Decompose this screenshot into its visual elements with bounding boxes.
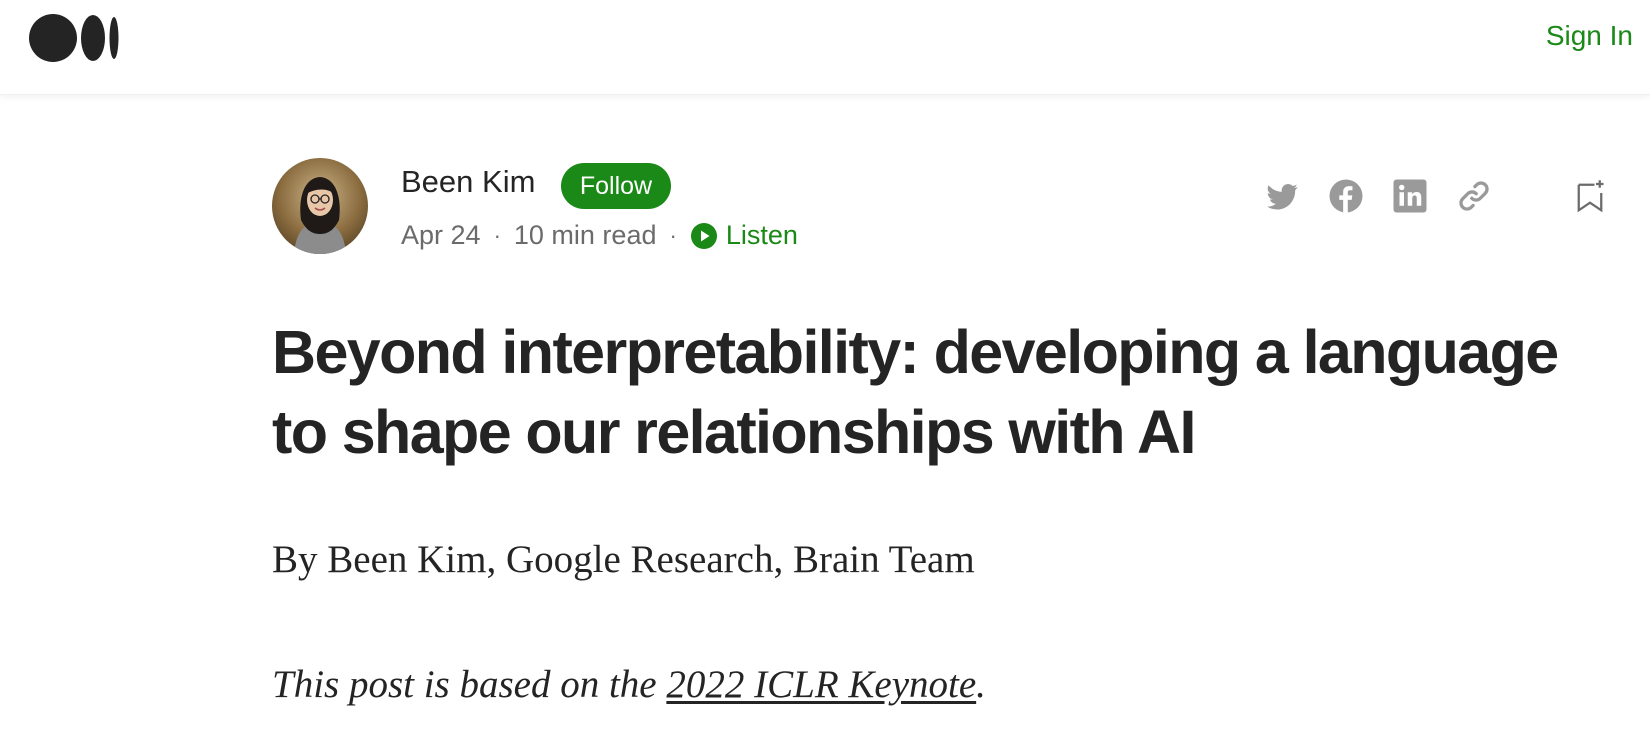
article-meta: Apr 24 · 10 min read · Listen <box>401 220 798 251</box>
medium-logo-icon[interactable] <box>29 12 121 64</box>
follow-button[interactable]: Follow <box>561 163 671 209</box>
article-title: Beyond interpretability: developing a la… <box>272 318 1559 466</box>
meta-separator: · <box>493 222 501 248</box>
intro-suffix: . <box>976 663 986 706</box>
meta-separator: · <box>669 222 677 248</box>
article-intro: This post is based on the 2022 ICLR Keyn… <box>272 662 986 707</box>
facebook-icon[interactable] <box>1328 178 1364 214</box>
bookmark-add-icon[interactable] <box>1572 178 1608 214</box>
linkedin-icon[interactable] <box>1392 178 1428 214</box>
avatar[interactable] <box>272 158 368 254</box>
author-name[interactable]: Been Kim <box>401 164 535 200</box>
intro-prefix: This post is based on the <box>272 663 667 706</box>
listen-label: Listen <box>725 220 798 250</box>
link-icon[interactable] <box>1456 178 1492 214</box>
listen-button[interactable]: Listen <box>690 220 798 251</box>
article-byline: By Been Kim, Google Research, Brain Team <box>272 538 975 581</box>
sign-in-link[interactable]: Sign In <box>1546 20 1633 52</box>
twitter-icon[interactable] <box>1264 178 1300 214</box>
iclr-keynote-link[interactable]: 2022 ICLR Keynote <box>666 663 976 706</box>
author-avatar <box>272 158 368 254</box>
publish-date: Apr 24 <box>401 220 481 250</box>
play-circle-icon <box>690 222 717 249</box>
read-time: 10 min read <box>513 220 657 250</box>
top-navigation-bar: Sign In <box>0 0 1650 95</box>
